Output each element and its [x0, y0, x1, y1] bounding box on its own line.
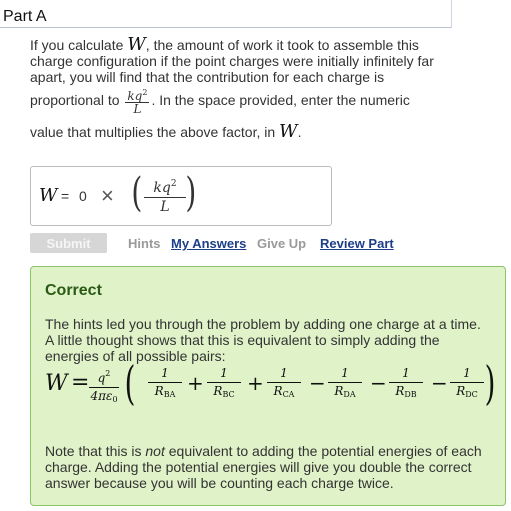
term-denominator: RBC: [207, 383, 241, 403]
term-numerator: 1: [328, 365, 362, 383]
note-line-3: answer because you will be counting each…: [45, 475, 394, 491]
answer-factor-fraction: kq2 L: [144, 175, 186, 216]
feedback-line-2: A little thought shows that this is equi…: [45, 332, 440, 348]
term-subscript: DC: [465, 390, 478, 399]
give-up-link[interactable]: Give Up: [257, 236, 306, 251]
formula-open-paren: (: [124, 356, 136, 410]
note-line-2: charge. Adding the potential energies wi…: [45, 459, 472, 475]
prefactor-denominator: 4πε0: [89, 388, 119, 408]
prefactor-denominator-subscript: 0: [112, 395, 118, 404]
question-text-segment: . In the space provided, enter the numer…: [151, 92, 410, 108]
answer-equals: =: [61, 188, 70, 204]
term-fraction: 1 RDC: [450, 365, 484, 403]
note-line-1: Note that this is not equivalent to addi…: [45, 443, 497, 459]
term-fraction: 1 RDB: [389, 365, 423, 403]
term-subscript: BC: [222, 390, 235, 399]
energy-formula: W = q2 4πε0 ( 1 RBA + 1 RBC + 1 RCA − 1 …: [45, 357, 500, 409]
note-text-segment: equivalent to adding the potential energ…: [164, 443, 482, 459]
question-text-segment: value that multiplies the above factor, …: [30, 124, 280, 140]
feedback-text: The hints led you through the problem by…: [45, 316, 497, 364]
term-denominator: RDB: [389, 383, 423, 403]
question-text-segment: , the amount of work it took to assemble…: [145, 37, 419, 53]
term-numerator: 1: [207, 365, 241, 383]
term-denominator: RBA: [148, 383, 182, 403]
hints-link[interactable]: Hints: [128, 236, 161, 251]
factor-numerator: kq2: [125, 87, 150, 104]
term-fraction: 1 RBC: [207, 365, 241, 403]
question-line-1: If you calculate W, the amount of work i…: [30, 34, 455, 55]
review-part-link[interactable]: Review Part: [320, 236, 394, 251]
answer-actions: Submit Hints My Answers Give Up Review P…: [30, 233, 450, 253]
term-subscript: CA: [282, 390, 295, 399]
term-operator: −: [309, 371, 326, 395]
answer-factor-numerator-text: kq: [153, 180, 171, 196]
my-answers-link[interactable]: My Answers: [171, 236, 246, 251]
formula-equals: =: [71, 370, 90, 395]
term-subscript: DB: [404, 390, 417, 399]
question-line-4: proportional to kq2 L. In the space provi…: [30, 85, 455, 115]
question-text: If you calculate W, the amount of work i…: [30, 34, 455, 143]
times-sign: ×: [101, 183, 114, 208]
formula-close-paren: ): [484, 356, 496, 410]
term-denominator-text: R: [273, 384, 283, 398]
answer-factor-numerator: kq2: [144, 175, 186, 198]
feedback-title: Correct: [45, 282, 102, 299]
question-line-3: apart, you will find that the contributi…: [30, 69, 385, 85]
term-numerator: 1: [450, 365, 484, 383]
term-numerator: 1: [389, 365, 423, 383]
part-title: Part A: [3, 8, 47, 25]
answer-variable: W: [39, 185, 58, 206]
term-denominator: RCA: [267, 383, 301, 403]
feedback-panel: Correct The hints led you through the pr…: [30, 266, 506, 506]
term-numerator: 1: [267, 365, 301, 383]
term-operator: −: [431, 371, 448, 395]
answer-input-box[interactable]: W = 0 × ( kq2 L ): [30, 166, 332, 226]
question-line-2: charge configuration if the point charge…: [30, 53, 434, 69]
question-line-5: value that multiplies the above factor, …: [30, 121, 455, 143]
work-variable: W: [279, 121, 298, 142]
submit-button[interactable]: Submit: [30, 233, 107, 253]
prefactor-exponent: 2: [105, 369, 111, 378]
term-fraction: 1 RCA: [267, 365, 301, 403]
feedback-line-1: The hints led you through the problem by…: [45, 316, 481, 332]
question-text-segment: If you calculate: [30, 37, 128, 53]
term-operator: +: [187, 371, 204, 395]
prefactor-numerator: q2: [89, 365, 119, 388]
answer-factor-denominator: L: [160, 199, 170, 215]
question-text-segment: .: [297, 124, 302, 140]
answer-factor-exponent: 2: [170, 179, 177, 189]
close-paren: ): [185, 170, 197, 216]
note-text-segment: Note that this is: [45, 443, 146, 459]
answer-value-field[interactable]: 0: [79, 188, 87, 204]
term-denominator: RDC: [450, 383, 484, 403]
factor-numerator-text: kq: [127, 89, 143, 104]
factor-exponent: 2: [142, 88, 148, 98]
term-numerator: 1: [148, 365, 182, 383]
term-subscript: BA: [163, 390, 176, 399]
feedback-note: Note that this is not equivalent to addi…: [45, 443, 497, 491]
term-denominator-text: R: [456, 384, 466, 398]
factor-fraction: kq2 L: [125, 87, 150, 117]
formula-lhs: W: [45, 371, 68, 396]
prefactor-fraction: q2 4πε0: [89, 365, 119, 408]
feedback-line-3: energies of all possible pairs:: [45, 348, 226, 364]
prefactor-denominator-text: 4πε: [90, 389, 113, 403]
term-operator: +: [247, 371, 264, 395]
part-header: Part A: [0, 0, 452, 28]
question-text-segment: proportional to: [30, 92, 124, 108]
note-emphasis: not: [145, 443, 165, 459]
term-fraction: 1 RBA: [148, 365, 182, 403]
open-paren: (: [131, 170, 143, 216]
term-operator: −: [370, 371, 387, 395]
term-denominator: RDA: [328, 383, 362, 403]
factor-denominator: L: [133, 102, 142, 117]
term-subscript: DA: [343, 390, 356, 399]
term-denominator-text: R: [154, 384, 164, 398]
term-fraction: 1 RDA: [328, 365, 362, 403]
work-variable: W: [127, 34, 146, 55]
